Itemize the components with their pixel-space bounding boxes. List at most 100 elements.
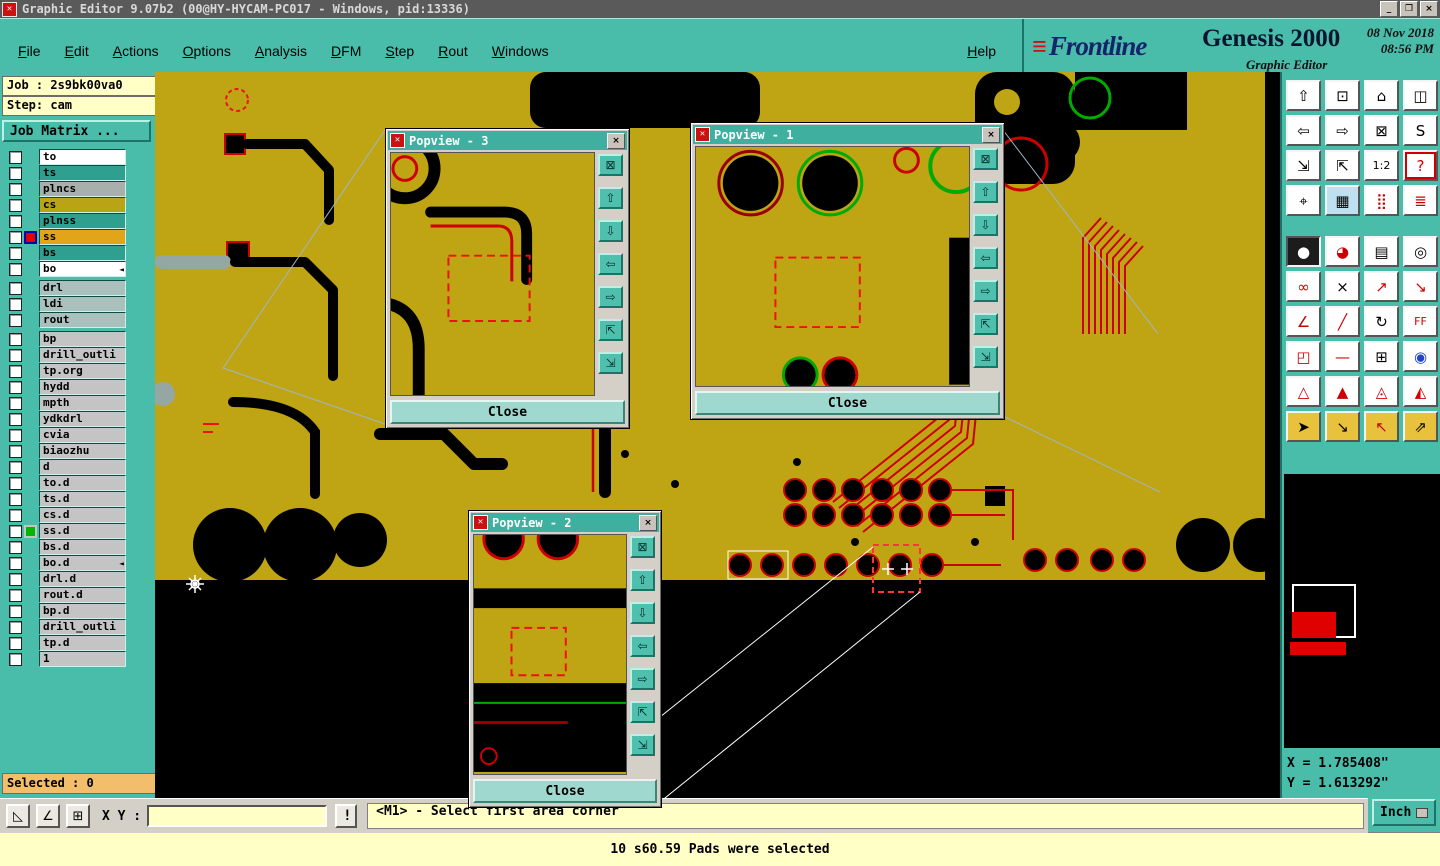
layer-checkbox[interactable] [9,313,22,327]
layer-name[interactable]: ss [39,229,126,245]
layer-checkbox[interactable] [9,380,22,394]
triangle-mix-button[interactable]: ◭ [1403,376,1438,407]
move-view-icon[interactable]: ⇲ [630,734,655,756]
pan-left-icon[interactable]: ⇦ [973,247,998,269]
rotate-button[interactable]: ↻ [1364,306,1399,337]
zoom-fit-icon[interactable]: ⇱ [598,319,623,341]
pan-up-button[interactable]: ⇧ [1286,80,1321,111]
menu-edit[interactable]: Edit [65,43,89,59]
fit-box-button[interactable]: ⊞ [1364,341,1399,372]
layer-row-bo[interactable]: bo ◄ [9,261,126,277]
move-view-icon[interactable]: ⇲ [973,346,998,368]
layer-row-d[interactable]: d [9,459,126,475]
layer-checkbox[interactable] [9,396,22,410]
zoom-window-icon[interactable]: ⊠ [973,148,998,170]
units-button[interactable]: Inch [1372,799,1436,826]
home-view-button[interactable]: ⌂ [1364,80,1399,111]
zoom-window-icon[interactable]: ⊠ [630,536,655,558]
layer-row-tp.d[interactable]: tp.d [9,635,126,651]
popview-1-close-icon[interactable]: × [982,126,1000,143]
circles-button[interactable]: ◉ [1403,341,1438,372]
screen-view-button[interactable]: ⊡ [1325,80,1360,111]
layer-row-drl.d[interactable]: drl.d [9,571,126,587]
split-view-button[interactable]: ◫ [1403,80,1438,111]
alert-button[interactable]: ! [335,804,358,828]
layer-checkbox[interactable] [9,540,22,554]
layer-checkbox[interactable] [9,492,22,506]
layer-name[interactable]: to.d [39,475,126,491]
select-touch-button[interactable]: ↖ [1364,411,1399,442]
layer-checkbox[interactable] [9,444,22,458]
layer-name[interactable]: bs [39,245,126,261]
layer-row-drill_outli[interactable]: drill_outli [9,619,126,635]
layer-checkbox[interactable] [9,556,22,570]
pan-up-icon[interactable]: ⇧ [973,181,998,203]
layer-name[interactable]: ldi [39,296,126,312]
layer-row-drl[interactable]: drl [9,280,126,296]
layer-row-bs[interactable]: bs [9,245,126,261]
pan-right-icon[interactable]: ⇨ [598,286,623,308]
layer-checkbox[interactable] [9,230,22,244]
popview-3-window[interactable]: ✕ Popview - 3 × ⊠ ⇧ ⇩ ⇦ ⇨ ⇱ ⇲ Close [385,128,630,429]
layer-row-drill_outli[interactable]: drill_outli [9,347,126,363]
layer-checkbox[interactable] [9,508,22,522]
net-links-button[interactable]: ∞ [1286,271,1321,302]
layer-name[interactable]: cvia [39,427,126,443]
layer-checkbox[interactable] [9,182,22,196]
zoom-fit-icon[interactable]: ⇱ [973,313,998,335]
menu-rout[interactable]: Rout [438,43,468,59]
layer-row-rout.d[interactable]: rout.d [9,587,126,603]
select-cursor-button[interactable]: ➤ [1286,411,1321,442]
grid-origin-button[interactable]: ⊞ [66,804,90,828]
serpentine-button[interactable]: S [1403,115,1438,146]
layer-name[interactable]: hydd [39,379,126,395]
pan-right-icon[interactable]: ⇨ [630,668,655,690]
pie-measure-button[interactable]: ◕ [1325,236,1360,267]
signal-layers-button[interactable]: ≣ [1403,185,1438,216]
layer-row-ldi[interactable]: ldi [9,296,126,312]
layer-row-plnss[interactable]: plnss [9,213,126,229]
pan-left-icon[interactable]: ⇦ [630,635,655,657]
layer-name[interactable]: ts.d [39,491,126,507]
menu-analysis[interactable]: Analysis [255,43,307,59]
job-matrix-button[interactable]: Job Matrix ... [2,120,151,142]
line-draw-button[interactable]: ╱ [1325,306,1360,337]
layer-row-hydd[interactable]: hydd [9,379,126,395]
layer-checkbox[interactable] [9,262,22,276]
menu-dfm[interactable]: DFM [331,43,361,59]
layer-row-ydkdrl[interactable]: ydkdrl [9,411,126,427]
layer-checkbox[interactable] [9,348,22,362]
dots-pattern-button[interactable]: ⣿ [1364,185,1399,216]
layer-name[interactable]: cs.d [39,507,126,523]
layer-checkbox[interactable] [9,214,22,228]
layer-checkbox[interactable] [9,364,22,378]
layer-checkbox[interactable] [9,166,22,180]
help-button[interactable]: ? [1403,150,1438,181]
zoom-fit-button[interactable]: ⇱ [1325,150,1360,181]
layer-name[interactable]: ydkdrl [39,411,126,427]
layer-checkbox[interactable] [9,652,22,666]
scale-1-2-button[interactable]: 1:2 [1364,150,1399,181]
pan-up-icon[interactable]: ⇧ [598,187,623,209]
layer-checkbox[interactable] [9,332,22,346]
layer-name[interactable]: plncs [39,181,126,197]
layer-row-bp.d[interactable]: bp.d [9,603,126,619]
layer-checkbox[interactable] [9,476,22,490]
menu-windows[interactable]: Windows [492,43,549,59]
layer-name[interactable]: rout [39,312,126,328]
popview-1-close-button[interactable]: Close [695,391,1000,415]
grid-button[interactable]: ▦ [1325,185,1360,216]
layer-row-bp[interactable]: bp [9,331,126,347]
popview-2-canvas[interactable] [473,534,627,775]
layer-name[interactable]: biaozhu [39,443,126,459]
layer-name[interactable]: tp.d [39,635,126,651]
layer-name[interactable]: mpth [39,395,126,411]
layer-checkbox[interactable] [9,428,22,442]
close-button[interactable]: × [1420,1,1438,17]
layer-name[interactable]: drill_outli [39,347,126,363]
layer-checkbox[interactable] [9,198,22,212]
pan-up-icon[interactable]: ⇧ [630,569,655,591]
zoom-prev-button[interactable]: ⇲ [1286,150,1321,181]
layer-checkbox[interactable] [9,297,22,311]
popview-3-close-icon[interactable]: × [607,132,625,149]
